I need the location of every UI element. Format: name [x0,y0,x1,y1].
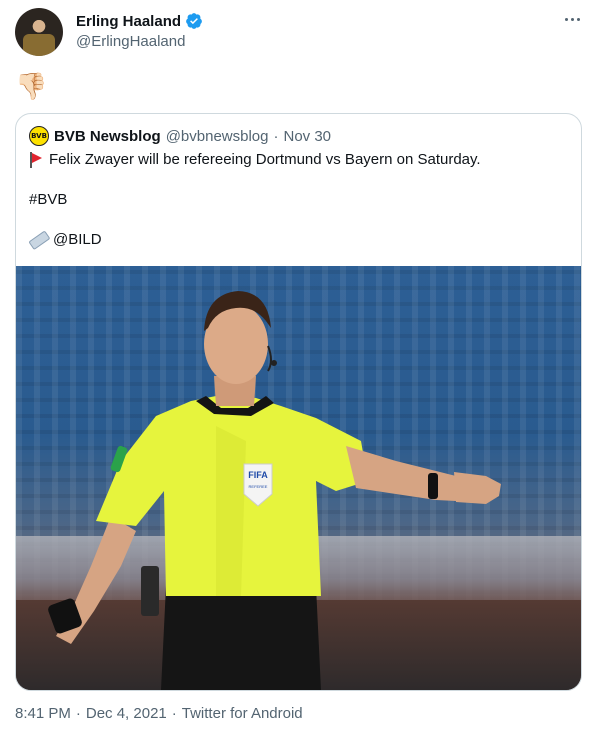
tweet-source[interactable]: Twitter for Android [182,705,303,722]
quoted-author-handle: @bvbnewsblog [165,127,269,145]
tweet-footer: 8:41 PM · Dec 4, 2021 · Twitter for Andr… [15,705,303,722]
quoted-date: Nov 30 [283,127,332,145]
author-avatar[interactable] [15,8,63,56]
tweet-date[interactable]: Dec 4, 2021 [86,705,167,722]
verified-badge-icon [186,13,202,29]
author-handle[interactable]: @ErlingHaaland [76,33,185,50]
author-name-row: Erling Haaland [76,11,203,31]
more-options-icon[interactable] [561,14,583,24]
quoted-text-1: Felix Zwayer will be refereeing Dortmund… [49,151,481,168]
quoted-line-2: #BVB [29,190,67,210]
tweet-text: 👎🏻 [15,71,48,101]
quoted-text-3[interactable]: @BILD [53,230,102,250]
rolled-newspaper-icon [27,229,50,251]
referee-figure: FIFA REFEREE [48,291,501,690]
quoted-author-name: BVB Newsblog [54,127,161,145]
tweet-time[interactable]: 8:41 PM [15,705,71,722]
fifa-badge-text: FIFA [248,470,268,480]
quoted-line-1: Felix Zwayer will be refereeing Dortmund… [29,150,481,170]
quoted-separator: · [273,127,279,145]
red-flag-icon [29,152,43,168]
footer-separator-1: · [75,705,81,722]
quoted-line-3: @BILD [29,230,102,250]
fifa-badge-subtext: REFEREE [249,484,268,489]
quoted-hashtag[interactable]: #BVB [29,190,67,210]
quoted-avatar: BVB [29,126,49,146]
author-name[interactable]: Erling Haaland [76,13,181,30]
quoted-tweet[interactable]: BVB BVB Newsblog @bvbnewsblog · Nov 30 F… [15,113,582,691]
quoted-header: BVB BVB Newsblog @bvbnewsblog · Nov 30 [29,126,331,146]
quoted-image[interactable]: FIFA REFEREE [16,266,581,690]
footer-separator-2: · [171,705,177,722]
